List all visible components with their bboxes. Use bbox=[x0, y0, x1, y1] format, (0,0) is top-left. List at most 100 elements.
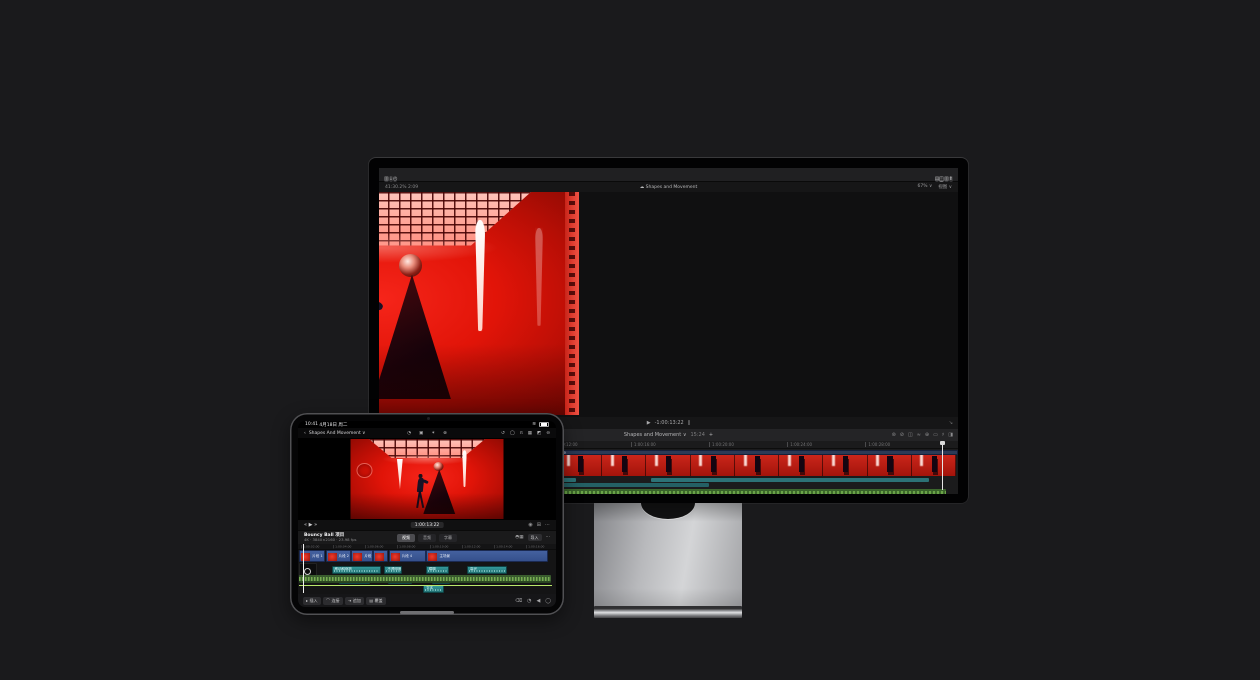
browser-tab[interactable]: 视频 bbox=[397, 534, 415, 542]
ruler-tick: 1:00:12:00 bbox=[462, 545, 480, 548]
ipad-bottom-toolbar: ▸插入⌒连接⇥追加▤覆盖 ⌫ ◔ ◀ ◯ bbox=[298, 594, 556, 607]
video-preview[interactable] bbox=[379, 192, 579, 415]
transport-icon[interactable]: ⋯ bbox=[545, 522, 550, 528]
add-project-button[interactable]: + bbox=[709, 432, 713, 438]
audio-level-line bbox=[299, 585, 552, 587]
toolbar-icon[interactable]: ▦ bbox=[528, 431, 532, 436]
ipad-timeline: 1:00:02:001:00:04:001:00:06:001:00:08:00… bbox=[298, 544, 556, 594]
monitor-stand-base bbox=[594, 606, 742, 618]
arch-light-dim bbox=[535, 228, 543, 326]
ipad-transport: « ▶ » 1:00:13:22 ◉ ⊞ ⋯ bbox=[298, 520, 556, 530]
monitor-stand bbox=[594, 503, 742, 607]
connected-title-clip[interactable]: 高光 bbox=[467, 566, 507, 574]
ipad-toolbar: ‹ Shapes And Movement ∨ ◔▣✶⊗ ↺◯π▦◩⊖ bbox=[298, 428, 556, 438]
fcp-ipad-screen: 10:41 4月18日 周二 ≋ ‹ Shapes And Movement ∨… bbox=[298, 421, 556, 607]
clip-thumbnail bbox=[353, 553, 362, 562]
ipad-playhead[interactable] bbox=[303, 544, 304, 593]
connected-title-clip[interactable]: 文本 bbox=[423, 585, 444, 593]
clip-thumbnail bbox=[391, 553, 400, 562]
toolbar-icon[interactable]: ✶ bbox=[431, 431, 435, 436]
play-button[interactable]: ▶ bbox=[309, 522, 313, 528]
primary-storyline-clip[interactable]: 片段 3 bbox=[351, 550, 372, 562]
window-light bbox=[396, 459, 403, 489]
status-time: 10:41 bbox=[305, 422, 318, 427]
play-button[interactable]: ▶ bbox=[647, 420, 651, 426]
ruler-tick: 1:00:24:00 bbox=[787, 442, 812, 447]
edit-action-button[interactable]: ▤覆盖 bbox=[366, 597, 385, 605]
browser-tab[interactable]: 音频 bbox=[418, 534, 436, 542]
status-date: 4月18日 周二 bbox=[319, 422, 347, 428]
transport-icon[interactable]: ◉ bbox=[528, 522, 532, 528]
clip-title-bar[interactable]: Shapes Wide bbox=[537, 450, 958, 455]
ruler-tick: 1:00:06:00 bbox=[365, 545, 383, 548]
primary-storyline-clip[interactable]: 片段 4 bbox=[389, 550, 426, 562]
connected-title-clip[interactable]: 移动和缩放 bbox=[332, 566, 381, 574]
ruler-tick: 1:00:16:00 bbox=[631, 442, 656, 447]
transport-icon[interactable]: ⊞ bbox=[537, 522, 541, 528]
wifi-icon: ≋ bbox=[532, 422, 536, 427]
edit-action-button[interactable]: ⇥追加 bbox=[345, 597, 364, 605]
toolbar-icon[interactable]: ◩ bbox=[537, 431, 541, 436]
bottombar-icon[interactable]: ⌫ bbox=[515, 598, 522, 604]
ruler-tick: 1:00:16:00 bbox=[526, 545, 544, 548]
fcp-title-row: 41:30.2% 2:09 ☁ Shapes and Movement 67% … bbox=[379, 182, 958, 192]
project-title: ☁ Shapes and Movement bbox=[379, 185, 958, 190]
home-indicator[interactable] bbox=[400, 611, 454, 614]
project-meta: 4K · 3840×2160 · 23.98 fps bbox=[304, 538, 356, 542]
toolbar-icon[interactable]: ▣ bbox=[419, 431, 423, 436]
toolbar-icon[interactable]: ⊗ bbox=[443, 431, 447, 436]
ruler-tick: 1:00:20:00 bbox=[709, 442, 734, 447]
toolbar-icon[interactable]: π bbox=[520, 431, 523, 436]
battery-icon bbox=[539, 422, 549, 428]
ipad-viewer bbox=[298, 438, 556, 520]
arch-light bbox=[475, 220, 485, 332]
ipad-music-track[interactable] bbox=[299, 575, 551, 583]
toolbar-icon[interactable]: ◔ bbox=[407, 431, 411, 436]
playhead[interactable] bbox=[942, 441, 943, 490]
edit-action-button[interactable]: ▸插入 bbox=[303, 597, 321, 605]
timeline-project-dropdown[interactable]: Shapes and Movement ∨ bbox=[624, 432, 687, 438]
primary-storyline-clip[interactable] bbox=[373, 550, 388, 562]
clip-thumbnail bbox=[428, 553, 437, 562]
primary-storyline-clip[interactable]: 主场景 bbox=[426, 550, 548, 562]
ipad: 10:41 4月18日 周二 ≋ ‹ Shapes And Movement ∨… bbox=[290, 413, 564, 615]
previous-button[interactable]: « bbox=[304, 522, 307, 528]
primary-storyline-clip[interactable]: 片段 2 bbox=[326, 550, 351, 562]
browser-tab[interactable]: 字幕 bbox=[439, 534, 457, 542]
timeline-duration: 15:24 bbox=[690, 432, 704, 438]
audio-clip[interactable] bbox=[651, 478, 929, 482]
import-button[interactable]: 导入 bbox=[528, 534, 542, 541]
fcp-toolbar: ▥↓◴ ▤▦▥⬆ bbox=[379, 168, 958, 182]
bottombar-icon[interactable]: ◔ bbox=[527, 598, 531, 604]
clip-thumbnail bbox=[328, 553, 337, 562]
bottombar-icon[interactable]: ◀ bbox=[537, 598, 541, 604]
expand-icon[interactable]: ↘ bbox=[949, 420, 953, 426]
edit-action-button[interactable]: ⌒连接 bbox=[323, 597, 343, 605]
next-button[interactable]: » bbox=[314, 522, 317, 528]
more-icon[interactable]: ⋯ bbox=[546, 535, 551, 540]
ruler-tick: 1:00:10:00 bbox=[430, 545, 448, 548]
ipad-status-bar: 10:41 4月18日 周二 ≋ bbox=[298, 421, 556, 428]
connected-title-clip[interactable]: 模糊 bbox=[426, 566, 449, 574]
browser-icon[interactable]: ▦ bbox=[519, 535, 523, 540]
timecode-chip[interactable]: 1:00:13:22 bbox=[411, 522, 444, 528]
toolbar-icon[interactable]: ◯ bbox=[510, 431, 515, 436]
background: ▥↓◴ ▤▦▥⬆ 41:30.2% 2:09 ☁ Shapes and Move… bbox=[0, 0, 1260, 680]
ruler-tick: 1:00:04:00 bbox=[333, 545, 351, 548]
ipad-video-preview[interactable] bbox=[351, 439, 504, 519]
chrome-sphere bbox=[434, 462, 444, 471]
toolbar-icon[interactable]: ⊖ bbox=[546, 431, 550, 436]
led-strip bbox=[565, 192, 579, 415]
ruler-tick: 1:00:14:00 bbox=[494, 545, 512, 548]
arch-light bbox=[462, 450, 467, 487]
cloud-icon: ☁ bbox=[640, 185, 645, 190]
ruler-tick: 1:00:28:00 bbox=[865, 442, 890, 447]
connected-title-clip[interactable]: 不透明度 bbox=[384, 566, 402, 574]
clip-thumbnail bbox=[375, 553, 384, 562]
bottombar-icon[interactable]: ◯ bbox=[545, 598, 551, 604]
skim-icon[interactable]: ∥ bbox=[688, 420, 691, 426]
toolbar-icon[interactable]: ↺ bbox=[501, 431, 505, 436]
ruler-tick: 1:00:08:00 bbox=[397, 545, 415, 548]
ipad-browser-bar: Bouncy Ball 项目 4K · 3840×2160 · 23.98 fp… bbox=[298, 530, 556, 544]
viewer-pane bbox=[379, 192, 958, 417]
